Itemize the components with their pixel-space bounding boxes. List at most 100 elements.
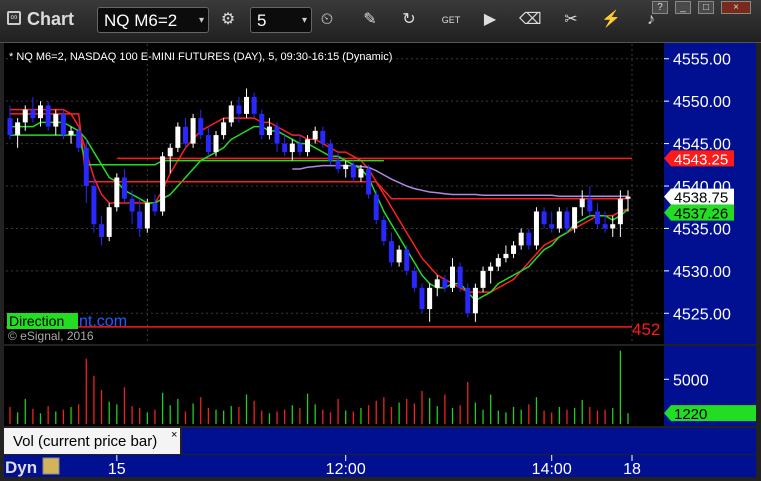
watermark-suffix: nt.com bbox=[79, 313, 127, 330]
candle-body bbox=[83, 147, 89, 187]
candle-body bbox=[587, 198, 593, 212]
candle-body bbox=[327, 143, 333, 161]
candle-body bbox=[221, 122, 227, 136]
candle-body bbox=[129, 198, 135, 212]
candle-body bbox=[579, 198, 585, 208]
candle-body bbox=[564, 211, 570, 229]
chart-header: * NQ M6=2, NASDAQ 100 E-MINI FUTURES (DA… bbox=[9, 51, 392, 63]
chevron-down-icon[interactable]: ▾ bbox=[199, 8, 204, 34]
chevron-down-icon[interactable]: ▾ bbox=[302, 8, 307, 34]
candle-body bbox=[99, 224, 105, 237]
candle-body bbox=[488, 266, 494, 271]
candle-body bbox=[533, 211, 539, 246]
candle-body bbox=[572, 207, 578, 229]
chart-canvas: 4555.004550.004545.004540.004535.004530.… bbox=[0, 0, 761, 481]
candle-body bbox=[495, 258, 501, 267]
candle-body bbox=[266, 126, 272, 136]
interval-settings-icon[interactable]: ⚙ bbox=[217, 9, 239, 31]
candle-body bbox=[419, 287, 425, 310]
cut-price-label: 452 bbox=[632, 320, 660, 339]
candle-body bbox=[30, 109, 36, 119]
candle-body bbox=[373, 194, 379, 220]
candle-body bbox=[251, 96, 257, 114]
dynamic-lock-icon[interactable] bbox=[42, 457, 60, 475]
candle-body bbox=[45, 105, 51, 127]
candle-body bbox=[15, 122, 21, 136]
get-icon[interactable]: GET bbox=[440, 9, 462, 31]
candle-body bbox=[602, 224, 608, 229]
candle-body bbox=[236, 105, 242, 114]
close-button[interactable]: × bbox=[721, 1, 751, 14]
candle-body bbox=[297, 143, 303, 153]
candle-body bbox=[190, 118, 196, 144]
copyright: © eSignal, 2016 bbox=[8, 329, 94, 343]
time-tick-label: 15 bbox=[108, 461, 126, 478]
candle-body bbox=[175, 126, 181, 148]
interval-input[interactable]: 5 ▾ bbox=[250, 7, 312, 33]
price-tick-label: 4525.00 bbox=[673, 306, 731, 323]
price-tick-label: 4530.00 bbox=[673, 264, 731, 281]
candle-body bbox=[411, 270, 417, 288]
candle-body bbox=[358, 169, 364, 178]
candle-body bbox=[617, 198, 623, 225]
candle-body bbox=[60, 113, 66, 136]
candle-body bbox=[450, 266, 456, 288]
candle-body bbox=[114, 177, 120, 208]
help-button[interactable]: ? bbox=[652, 1, 668, 14]
candle-body bbox=[7, 118, 13, 136]
link-icon[interactable]: ∞ bbox=[7, 11, 21, 25]
clock-icon[interactable]: ⏲ bbox=[316, 9, 338, 31]
app-title: Chart bbox=[27, 9, 75, 29]
volume-tag-label: 1220 bbox=[674, 406, 707, 423]
watermark: Direction bbox=[9, 313, 64, 329]
tools-icon[interactable]: ✂ bbox=[560, 9, 582, 31]
volume-legend: Vol (current price bar) bbox=[13, 433, 157, 450]
price-tag-label: 4538.75 bbox=[674, 190, 728, 207]
dynamic-label: Dyn bbox=[5, 458, 37, 477]
candle-body bbox=[434, 279, 440, 288]
candle-body bbox=[213, 135, 219, 153]
candle-body bbox=[68, 130, 74, 136]
candle-body bbox=[556, 211, 562, 229]
candle-body bbox=[274, 126, 280, 144]
candle-body bbox=[343, 164, 349, 170]
candle-body bbox=[289, 143, 295, 153]
symbol-input[interactable]: NQ M6=2 ▾ bbox=[97, 7, 209, 33]
candle-body bbox=[137, 211, 143, 229]
candle-body bbox=[335, 160, 341, 170]
candle-body bbox=[442, 279, 448, 288]
candle-body bbox=[182, 126, 188, 144]
candle-body bbox=[427, 287, 433, 310]
play-icon[interactable]: ▶ bbox=[479, 9, 501, 31]
candle-body bbox=[404, 249, 410, 271]
candle-body bbox=[152, 202, 158, 212]
candle-body bbox=[228, 105, 234, 123]
candle-body bbox=[472, 287, 478, 314]
symbol-value: NQ M6=2 bbox=[104, 11, 178, 30]
candle-body bbox=[594, 211, 600, 225]
refresh-icon[interactable]: ↻ bbox=[398, 9, 420, 31]
maximize-button[interactable]: □ bbox=[698, 1, 714, 14]
draw-icon[interactable]: ✎ bbox=[359, 9, 381, 31]
candle-body bbox=[549, 224, 555, 229]
candle-body bbox=[121, 177, 127, 199]
candle-body bbox=[396, 249, 402, 263]
price-tag-label: 4537.26 bbox=[674, 206, 728, 223]
candle-body bbox=[106, 207, 112, 237]
time-tick-label: 14:00 bbox=[532, 461, 572, 478]
candle-body bbox=[76, 130, 82, 148]
eraser-icon[interactable]: ⌫ bbox=[519, 9, 542, 31]
volume-legend-close[interactable]: × bbox=[171, 429, 177, 441]
candle-body bbox=[388, 241, 394, 263]
lightning-icon[interactable]: ⚡ bbox=[600, 9, 622, 31]
minimize-button[interactable]: _ bbox=[675, 1, 691, 14]
volume-legend-fill bbox=[182, 428, 664, 454]
time-tick-label: 18 bbox=[623, 461, 641, 478]
candle-body bbox=[259, 113, 265, 136]
candle-body bbox=[91, 186, 97, 225]
interval-value: 5 bbox=[257, 11, 267, 30]
candle-body bbox=[503, 253, 509, 259]
candle-body bbox=[465, 287, 471, 314]
candle-body bbox=[38, 105, 44, 119]
candle-body bbox=[541, 211, 547, 225]
